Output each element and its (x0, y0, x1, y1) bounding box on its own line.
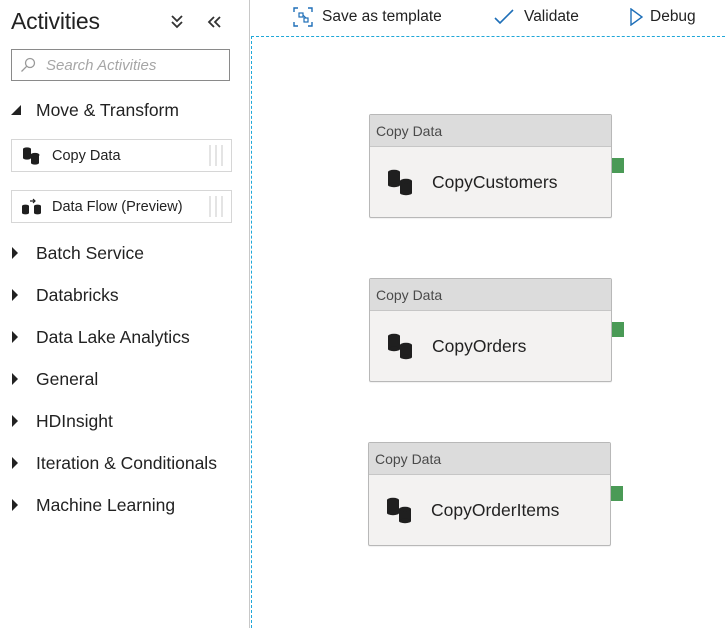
category-label: Move & Transform (36, 99, 179, 120)
caret-collapsed-icon (12, 457, 18, 469)
node-type-label: Copy Data (369, 443, 610, 475)
caret-collapsed-icon (12, 373, 18, 385)
category-label: Data Lake Analytics (36, 326, 190, 347)
save-template-icon (293, 7, 313, 27)
validate-label: Validate (524, 8, 579, 25)
caret-collapsed-icon (12, 289, 18, 301)
category-machine-learning[interactable]: Machine Learning (0, 489, 250, 521)
category-label: Machine Learning (36, 494, 176, 515)
category-data-lake-analytics[interactable]: Data Lake Analytics (0, 321, 250, 353)
save-as-template-button[interactable]: Save as template (293, 3, 442, 31)
activity-node-copycustomers[interactable]: Copy Data CopyCustomers (369, 114, 624, 218)
node-name: CopyOrders (432, 335, 527, 356)
copy-data-icon (23, 146, 40, 165)
activity-copy-data[interactable]: Copy Data (11, 139, 232, 172)
search-icon (21, 57, 36, 72)
category-label: Databricks (36, 284, 119, 305)
copy-data-icon (387, 497, 411, 524)
validate-button[interactable]: Validate (493, 3, 579, 31)
node-type-label: Copy Data (370, 115, 611, 147)
node-type-label: Copy Data (370, 279, 611, 311)
debug-button[interactable]: Debug (629, 3, 696, 31)
caret-expanded-icon (11, 105, 21, 115)
category-batch-service[interactable]: Batch Service (0, 237, 250, 269)
category-label: General (36, 368, 99, 389)
activity-label: Data Flow (Preview) (52, 198, 183, 215)
node-name: CopyOrderItems (431, 499, 560, 520)
caret-collapsed-icon (12, 499, 18, 511)
caret-collapsed-icon (12, 415, 18, 427)
output-port[interactable] (611, 486, 623, 501)
checkmark-icon (494, 9, 514, 25)
search-box (11, 49, 230, 81)
caret-collapsed-icon (12, 331, 18, 343)
caret-collapsed-icon (12, 247, 18, 259)
copy-data-icon (388, 333, 412, 360)
save-as-template-label: Save as template (322, 8, 442, 25)
node-name: CopyCustomers (432, 171, 558, 192)
search-input[interactable] (46, 56, 226, 74)
category-databricks[interactable]: Databricks (0, 279, 250, 311)
output-port[interactable] (612, 322, 624, 337)
double-chevron-down-icon (171, 15, 183, 29)
category-hdinsight[interactable]: HDInsight (0, 405, 250, 437)
category-label: Batch Service (36, 242, 144, 263)
drag-handle-icon[interactable] (206, 143, 226, 168)
category-iteration-conditionals[interactable]: Iteration & Conditionals (0, 447, 250, 479)
double-chevron-left-icon (207, 16, 221, 28)
play-icon (630, 8, 643, 26)
category-general[interactable]: General (0, 363, 250, 395)
activity-data-flow[interactable]: Data Flow (Preview) (11, 190, 232, 223)
pipeline-canvas[interactable]: Copy Data CopyCustomers Copy Data CopyOr… (251, 36, 725, 628)
category-label: HDInsight (36, 410, 113, 431)
activity-node-copyorders[interactable]: Copy Data CopyOrders (369, 278, 624, 382)
debug-label: Debug (650, 8, 696, 25)
category-move-transform[interactable]: Move & Transform (0, 94, 250, 126)
activities-panel: Activities Move & Transform (0, 0, 250, 628)
activity-label: Copy Data (52, 147, 121, 164)
activity-node-copyorderitems[interactable]: Copy Data CopyOrderItems (368, 442, 623, 546)
category-label: Iteration & Conditionals (36, 452, 217, 473)
panel-title: Activities (11, 8, 100, 34)
hide-panel-button[interactable] (203, 10, 225, 34)
toolbar: Save as template Validate Debug (251, 0, 725, 35)
drag-handle-icon[interactable] (206, 194, 226, 219)
output-port[interactable] (612, 158, 624, 173)
collapse-all-button[interactable] (166, 10, 188, 34)
copy-data-icon (388, 169, 412, 196)
data-flow-icon (22, 198, 41, 214)
